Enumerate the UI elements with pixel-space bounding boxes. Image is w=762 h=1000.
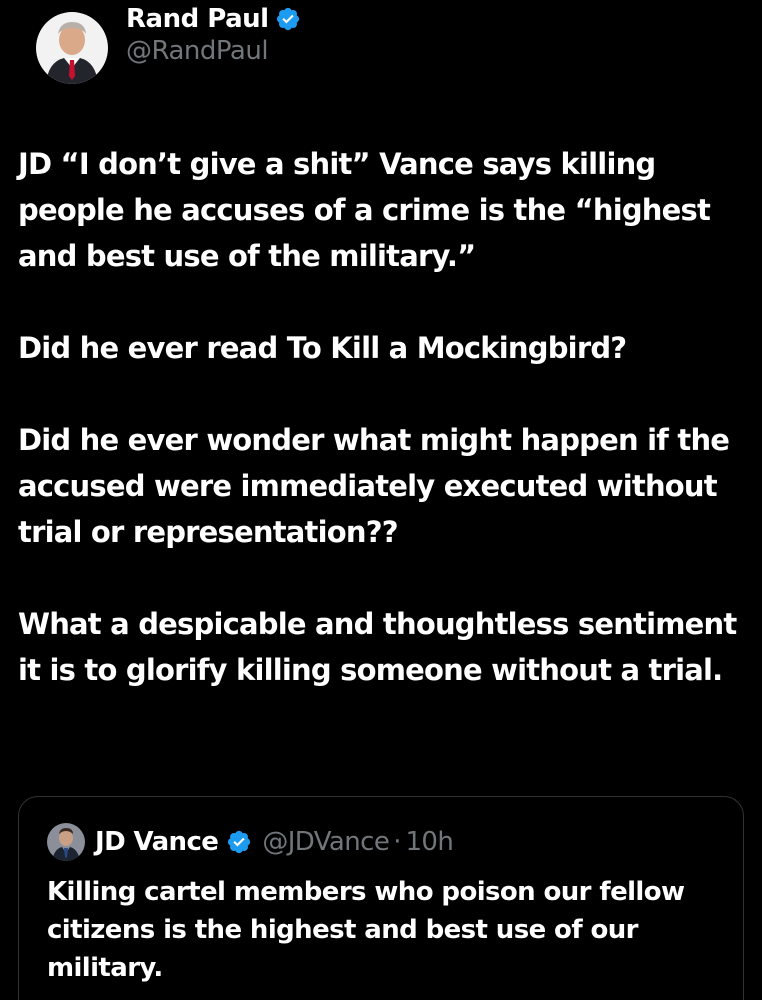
quoted-tweet-header: JD Vance @JDVance · 10h <box>47 823 454 861</box>
quoted-author-display-name[interactable]: JD Vance <box>95 827 219 857</box>
author-display-name[interactable]: Rand Paul <box>126 4 269 34</box>
quoted-timestamp[interactable]: 10h <box>405 827 453 857</box>
tweet-header: Rand Paul @RandPaul <box>36 0 301 92</box>
author-names: Rand Paul @RandPaul <box>126 4 301 66</box>
quoted-author-avatar[interactable] <box>47 823 85 861</box>
tweet-paragraph: What a despicable and thoughtless sentim… <box>18 607 737 687</box>
tweet-paragraph: Did he ever wonder what might happen if … <box>18 423 730 549</box>
verified-badge-icon <box>226 829 252 855</box>
verified-badge-icon <box>275 6 301 32</box>
quoted-tweet-card[interactable]: JD Vance @JDVance · 10h Killing cartel m… <box>18 796 744 1000</box>
author-name-row: Rand Paul <box>126 4 301 34</box>
tweet-paragraph: Did he ever read To Kill a Mockingbird? <box>18 331 627 365</box>
quoted-tweet-text: Killing cartel members who poison our fe… <box>47 877 685 983</box>
tweet-paragraph: JD “I don’t give a shit” Vance says kill… <box>18 147 711 273</box>
author-handle[interactable]: @RandPaul <box>126 36 301 66</box>
author-avatar[interactable] <box>36 12 108 84</box>
quoted-author-handle[interactable]: @JDVance <box>262 827 390 857</box>
tweet[interactable]: Rand Paul @RandPaul JD “I don’t give a s… <box>0 0 762 1000</box>
quoted-separator: · <box>393 827 402 857</box>
tweet-text: JD “I don’t give a shit” Vance says kill… <box>18 141 738 693</box>
